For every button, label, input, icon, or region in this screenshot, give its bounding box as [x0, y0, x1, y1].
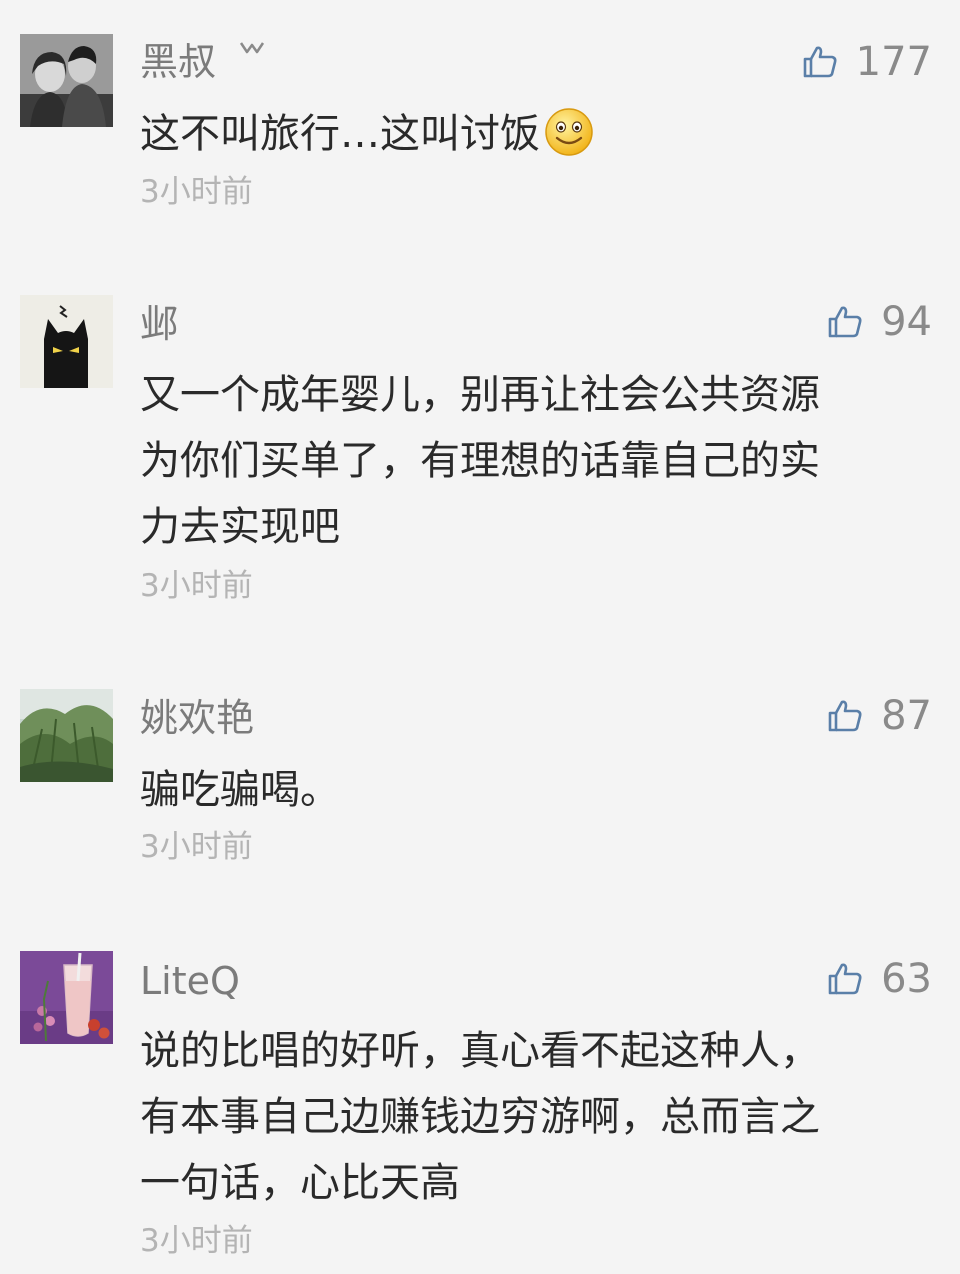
thumbs-up-icon	[828, 306, 862, 338]
like-count: 94	[881, 299, 932, 345]
crown-badge-icon	[240, 42, 265, 54]
avatar-photo-couple	[20, 34, 113, 127]
smile-emoji-icon	[545, 108, 593, 156]
username-label: LiteQ	[140, 959, 240, 1003]
comment-text: 骗吃骗喝。	[140, 757, 930, 823]
avatar[interactable]	[20, 34, 113, 127]
thumbs-up-icon	[803, 46, 837, 78]
like-count: 177	[855, 39, 932, 85]
avatar[interactable]	[20, 951, 113, 1044]
thumbs-up-icon	[828, 700, 862, 732]
comment-username[interactable]: 黑叔	[140, 38, 266, 86]
like-button[interactable]: 94	[827, 298, 932, 346]
comment-time: 3小时前	[140, 1223, 253, 1259]
comment-time: 3小时前	[140, 568, 253, 604]
comment-text-line: 这不叫旅行…这叫讨饭	[140, 111, 540, 157]
comment-time: 3小时前	[140, 829, 253, 865]
comment-text-line: 又一个成年婴儿，别再让社会公共资源	[140, 372, 820, 418]
comment-text-line: 有本事自己边赚钱边穷游啊，总而言之	[140, 1094, 820, 1140]
comment-text-line: 为你们买单了，有理想的话靠自己的实	[140, 438, 820, 484]
like-button[interactable]: 177	[802, 38, 932, 86]
username-label: 邺	[140, 302, 179, 346]
like-button[interactable]: 87	[827, 692, 932, 740]
comment-text-line: 力去实现吧	[140, 504, 340, 550]
avatar-milkshake-photo	[20, 951, 113, 1044]
comment-text: 又一个成年婴儿，别再让社会公共资源 为你们买单了，有理想的话靠自己的实 力去实现…	[140, 362, 930, 560]
avatar-black-cat	[20, 295, 113, 388]
comment-username[interactable]: 邺	[140, 300, 178, 348]
comment-text: 这不叫旅行…这叫讨饭	[140, 101, 930, 167]
username-label: 姚欢艳	[140, 696, 255, 740]
comment-time: 3小时前	[140, 174, 253, 210]
avatar[interactable]	[20, 689, 113, 782]
like-button[interactable]: 63	[827, 955, 932, 1003]
comment-username[interactable]: 姚欢艳	[140, 694, 254, 742]
avatar[interactable]	[20, 295, 113, 388]
avatar-bamboo-photo	[20, 689, 113, 782]
comment-username[interactable]: LiteQ	[140, 957, 240, 1005]
comment-text-line: 一句话，心比天高	[140, 1160, 460, 1206]
comment-text-line: 骗吃骗喝。	[140, 767, 340, 813]
like-count: 63	[881, 956, 932, 1002]
comment-text-line: 说的比唱的好听，真心看不起这种人，	[140, 1028, 820, 1074]
like-count: 87	[881, 693, 932, 739]
comment-text: 说的比唱的好听，真心看不起这种人， 有本事自己边赚钱边穷游啊，总而言之 一句话，…	[140, 1018, 930, 1216]
thumbs-up-icon	[828, 963, 862, 995]
username-label: 黑叔	[140, 40, 217, 84]
